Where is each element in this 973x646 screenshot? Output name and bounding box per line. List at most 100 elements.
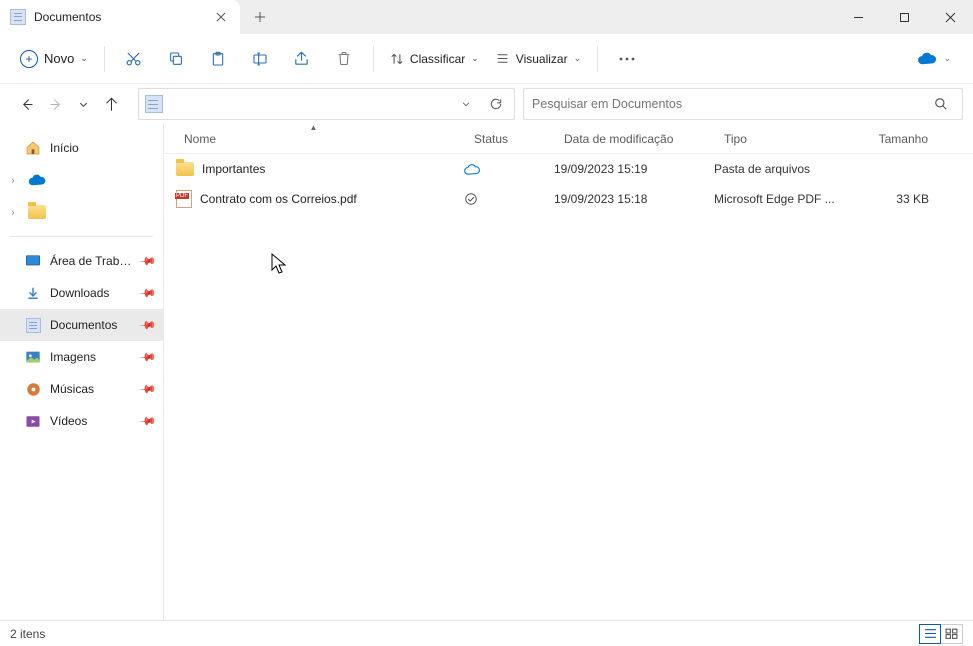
thumbnails-view-button[interactable] — [941, 624, 963, 644]
toolbar: + Novo ⌄ Classificar ⌄ Visualizar ⌄ ⌄ — [0, 34, 973, 84]
file-row[interactable]: Importantes19/09/2023 15:19Pasta de arqu… — [164, 154, 973, 184]
folder-icon — [176, 162, 194, 176]
close-window-button[interactable] — [927, 0, 973, 34]
refresh-button[interactable] — [484, 92, 508, 116]
nav-videos[interactable]: Vídeos 📌 — [0, 405, 163, 437]
address-row — [0, 84, 973, 124]
forward-button[interactable] — [42, 90, 68, 118]
new-label: Novo — [44, 51, 74, 66]
nav-documents[interactable]: Documentos 📌 — [0, 309, 163, 341]
music-icon — [24, 381, 42, 397]
copy-button[interactable] — [157, 42, 195, 76]
column-label: Tipo — [724, 132, 747, 146]
separator — [597, 46, 598, 72]
file-date: 19/09/2023 15:19 — [554, 162, 714, 176]
details-view-icon — [924, 628, 937, 639]
nav-label: Imagens — [50, 350, 96, 364]
pin-icon: 📌 — [139, 380, 158, 399]
nav-pictures[interactable]: Imagens 📌 — [0, 341, 163, 373]
address-bar[interactable] — [138, 88, 515, 120]
expander-icon[interactable]: › — [6, 175, 20, 185]
nav-desktop[interactable]: Área de Trabalho 📌 — [0, 245, 163, 277]
column-type[interactable]: Tipo — [714, 124, 849, 153]
nav-music[interactable]: Músicas 📌 — [0, 373, 163, 405]
status-bar: 2 itens — [0, 620, 973, 646]
nav-label: Início — [50, 141, 79, 155]
downloads-icon — [24, 285, 42, 301]
arrow-right-icon — [48, 97, 63, 112]
paste-button[interactable] — [199, 42, 237, 76]
cloud-icon — [917, 52, 937, 65]
delete-button[interactable] — [325, 42, 363, 76]
titlebar-drag-area[interactable] — [280, 0, 835, 34]
file-list-area: Nome ▲ Status Data de modificação Tipo T… — [164, 124, 973, 620]
maximize-button[interactable] — [881, 0, 927, 34]
new-button[interactable]: + Novo ⌄ — [14, 46, 94, 72]
column-date[interactable]: Data de modificação — [554, 124, 714, 153]
plus-icon — [254, 11, 266, 23]
expander-icon[interactable]: › — [6, 207, 20, 217]
chevron-down-icon: ⌄ — [574, 53, 582, 64]
separator — [104, 46, 105, 72]
nav-home[interactable]: Início — [0, 132, 163, 164]
sort-ascending-icon: ▲ — [310, 123, 318, 132]
column-label: Tamanho — [879, 132, 928, 146]
window-controls — [835, 0, 973, 34]
refresh-icon — [489, 97, 503, 111]
more-button[interactable] — [608, 42, 646, 76]
chevron-down-icon — [461, 99, 471, 109]
navigation-pane: Início › › Área de Trabalho 📌 Downloads … — [0, 124, 164, 620]
column-size[interactable]: Tamanho — [849, 124, 949, 153]
onedrive-status-button[interactable]: ⌄ — [909, 52, 959, 65]
search-input[interactable] — [532, 97, 934, 111]
nav-arrows — [10, 90, 130, 118]
column-label: Nome — [184, 132, 216, 146]
file-row[interactable]: Contrato com os Correios.pdf19/09/2023 1… — [164, 184, 973, 214]
tab-close-button[interactable] — [212, 8, 230, 26]
location-icon — [145, 95, 163, 113]
desktop-icon — [24, 253, 42, 269]
window-tab[interactable]: Documentos — [0, 0, 240, 34]
pdf-icon — [176, 190, 192, 208]
search-bar[interactable] — [523, 88, 963, 120]
column-status[interactable]: Status — [464, 124, 554, 153]
paste-icon — [210, 50, 226, 68]
cut-icon — [125, 50, 142, 67]
chevron-down-icon: ⌄ — [943, 53, 951, 64]
search-button[interactable] — [934, 97, 954, 111]
minimize-button[interactable] — [835, 0, 881, 34]
nav-folder[interactable]: › — [0, 196, 163, 228]
column-headers: Nome ▲ Status Data de modificação Tipo T… — [164, 124, 973, 154]
address-history-button[interactable] — [454, 92, 478, 116]
recent-locations-button[interactable] — [70, 90, 96, 118]
copy-icon — [168, 51, 184, 67]
rename-icon — [251, 51, 269, 67]
separator — [10, 236, 153, 237]
nav-downloads[interactable]: Downloads 📌 — [0, 277, 163, 309]
file-status — [464, 192, 554, 206]
body: Início › › Área de Trabalho 📌 Downloads … — [0, 124, 973, 620]
nav-label: Vídeos — [50, 414, 87, 428]
share-button[interactable] — [283, 42, 321, 76]
thumbnails-view-icon — [945, 628, 958, 639]
sort-button[interactable]: Classificar ⌄ — [384, 42, 485, 76]
nav-onedrive[interactable]: › — [0, 164, 163, 196]
back-button[interactable] — [14, 90, 40, 118]
nav-label: Músicas — [50, 382, 94, 396]
column-name[interactable]: Nome ▲ — [164, 124, 464, 153]
new-tab-button[interactable] — [240, 0, 280, 34]
details-view-button[interactable] — [919, 624, 941, 644]
close-icon — [216, 12, 226, 22]
view-button[interactable]: Visualizar ⌄ — [489, 42, 587, 76]
up-button[interactable] — [98, 90, 124, 118]
sort-icon — [390, 52, 404, 66]
rename-button[interactable] — [241, 42, 279, 76]
chevron-down-icon: ⌄ — [80, 53, 88, 64]
documents-tab-icon — [10, 9, 26, 25]
plus-circle-icon: + — [20, 50, 38, 68]
chevron-down-icon: ⌄ — [471, 53, 479, 64]
file-name: Contrato com os Correios.pdf — [200, 192, 357, 206]
sort-label: Classificar — [410, 52, 465, 66]
column-label: Data de modificação — [564, 132, 673, 146]
cut-button[interactable] — [115, 42, 153, 76]
